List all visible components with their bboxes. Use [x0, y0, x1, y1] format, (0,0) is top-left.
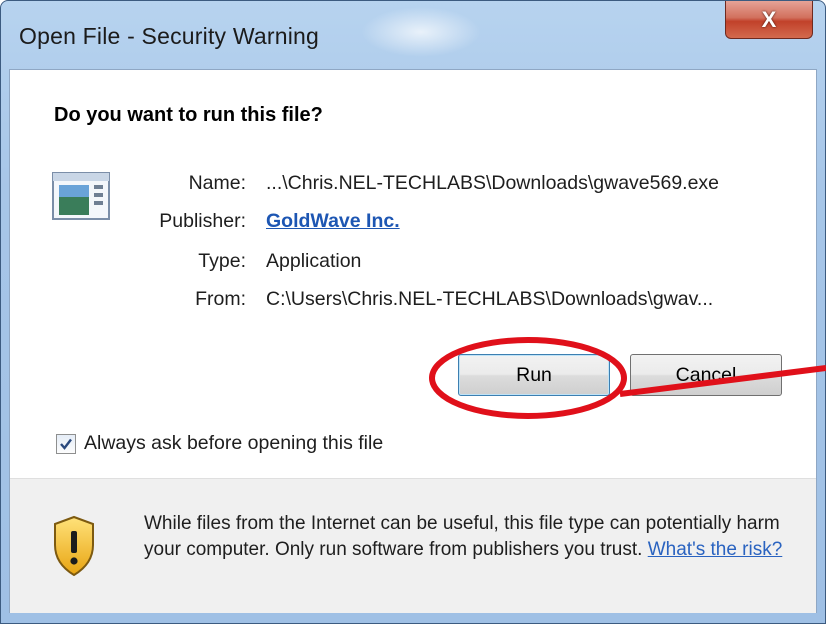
publisher-label: Publisher: [159, 210, 246, 232]
security-warning-window: Open File - Security Warning X Do you wa… [0, 0, 826, 624]
from-value: C:\Users\Chris.NEL-TECHLABS\Downloads\gw… [266, 288, 714, 310]
dialog-body: Do you want to run this file? Name: ...\… [9, 69, 817, 613]
close-icon: X [761, 6, 777, 32]
checkmark-icon [60, 438, 72, 450]
cancel-button-label: Cancel [675, 363, 737, 386]
name-label: Name: [188, 172, 246, 194]
type-value: Application [266, 250, 362, 272]
warning-footer: While files from the Internet can be use… [10, 478, 816, 613]
run-button[interactable]: Run [458, 354, 610, 396]
close-button[interactable]: X [725, 1, 813, 39]
run-button-label: Run [516, 363, 552, 386]
publisher-link[interactable]: GoldWave Inc. [266, 210, 400, 233]
title-glow [361, 7, 481, 57]
warning-text: While files from the Internet can be use… [144, 511, 784, 563]
whats-the-risk-link[interactable]: What's the risk? [648, 539, 783, 560]
name-value: ...\Chris.NEL-TECHLABS\Downloads\gwave56… [266, 172, 720, 194]
always-ask-checkbox[interactable] [56, 433, 76, 454]
always-ask-label: Always ask before opening this file [84, 432, 384, 454]
dialog-question: Do you want to run this file? [54, 104, 323, 126]
window-title: Open File - Security Warning [19, 23, 320, 49]
always-ask-row[interactable]: Always ask before opening this file [56, 432, 383, 455]
cancel-button[interactable]: Cancel [630, 354, 782, 396]
from-label: From: [195, 288, 246, 310]
title-bar[interactable]: Open File - Security Warning X [1, 1, 826, 69]
warning-shield-icon [54, 515, 94, 577]
type-label: Type: [198, 250, 246, 272]
